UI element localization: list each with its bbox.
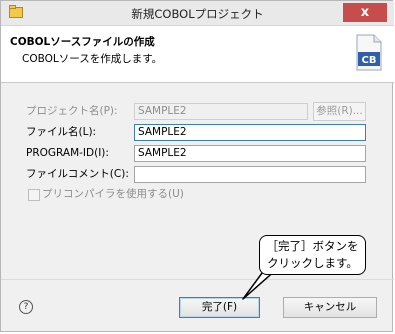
cancel-button[interactable]: キャンセル — [283, 297, 377, 318]
banner-title: COBOLソースファイルの作成 — [10, 36, 155, 48]
cobol-icon-text: CB — [362, 55, 377, 66]
window-title: 新規COBOLプロジェクト — [131, 7, 264, 21]
program-id-field[interactable]: SAMPLE2 — [134, 145, 366, 162]
footer-separator — [1, 279, 394, 280]
file-name-label: ファイル名(L): — [26, 126, 97, 138]
banner-description: COBOLソースを作成します。 — [22, 53, 163, 65]
help-icon[interactable]: ? — [19, 300, 33, 314]
project-name-label: プロジェクト名(P): — [26, 105, 118, 117]
program-id-label: PROGRAM-ID(I): — [26, 147, 109, 159]
dialog-window: 新規COBOLプロジェクト x COBOLソースファイルの作成 COBOLソース… — [0, 0, 394, 332]
file-comment-label: ファイルコメント(C): — [26, 168, 129, 180]
instruction-callout: ［完了］ボタンを クリックします。 — [259, 235, 366, 275]
browse-button: 参照(R)... — [313, 102, 366, 121]
callout-line-2: クリックします。 — [267, 256, 358, 270]
file-comment-field[interactable] — [134, 166, 366, 183]
close-button[interactable]: x — [343, 3, 387, 22]
callout-line-1: ［完了］ボタンを — [266, 239, 359, 253]
precompiler-checkbox — [28, 189, 40, 201]
title-bar: 新規COBOLプロジェクト x — [1, 1, 394, 26]
file-name-field[interactable]: SAMPLE2 — [134, 124, 366, 141]
project-name-field: SAMPLE2 — [134, 103, 308, 120]
close-icon: x — [360, 5, 370, 20]
cobol-file-icon: CB — [356, 34, 382, 71]
wizard-banner: COBOLソースファイルの作成 COBOLソースを作成します。 CB — [1, 26, 394, 83]
precompiler-label: プリコンパイラを使用する(U) — [42, 188, 184, 200]
